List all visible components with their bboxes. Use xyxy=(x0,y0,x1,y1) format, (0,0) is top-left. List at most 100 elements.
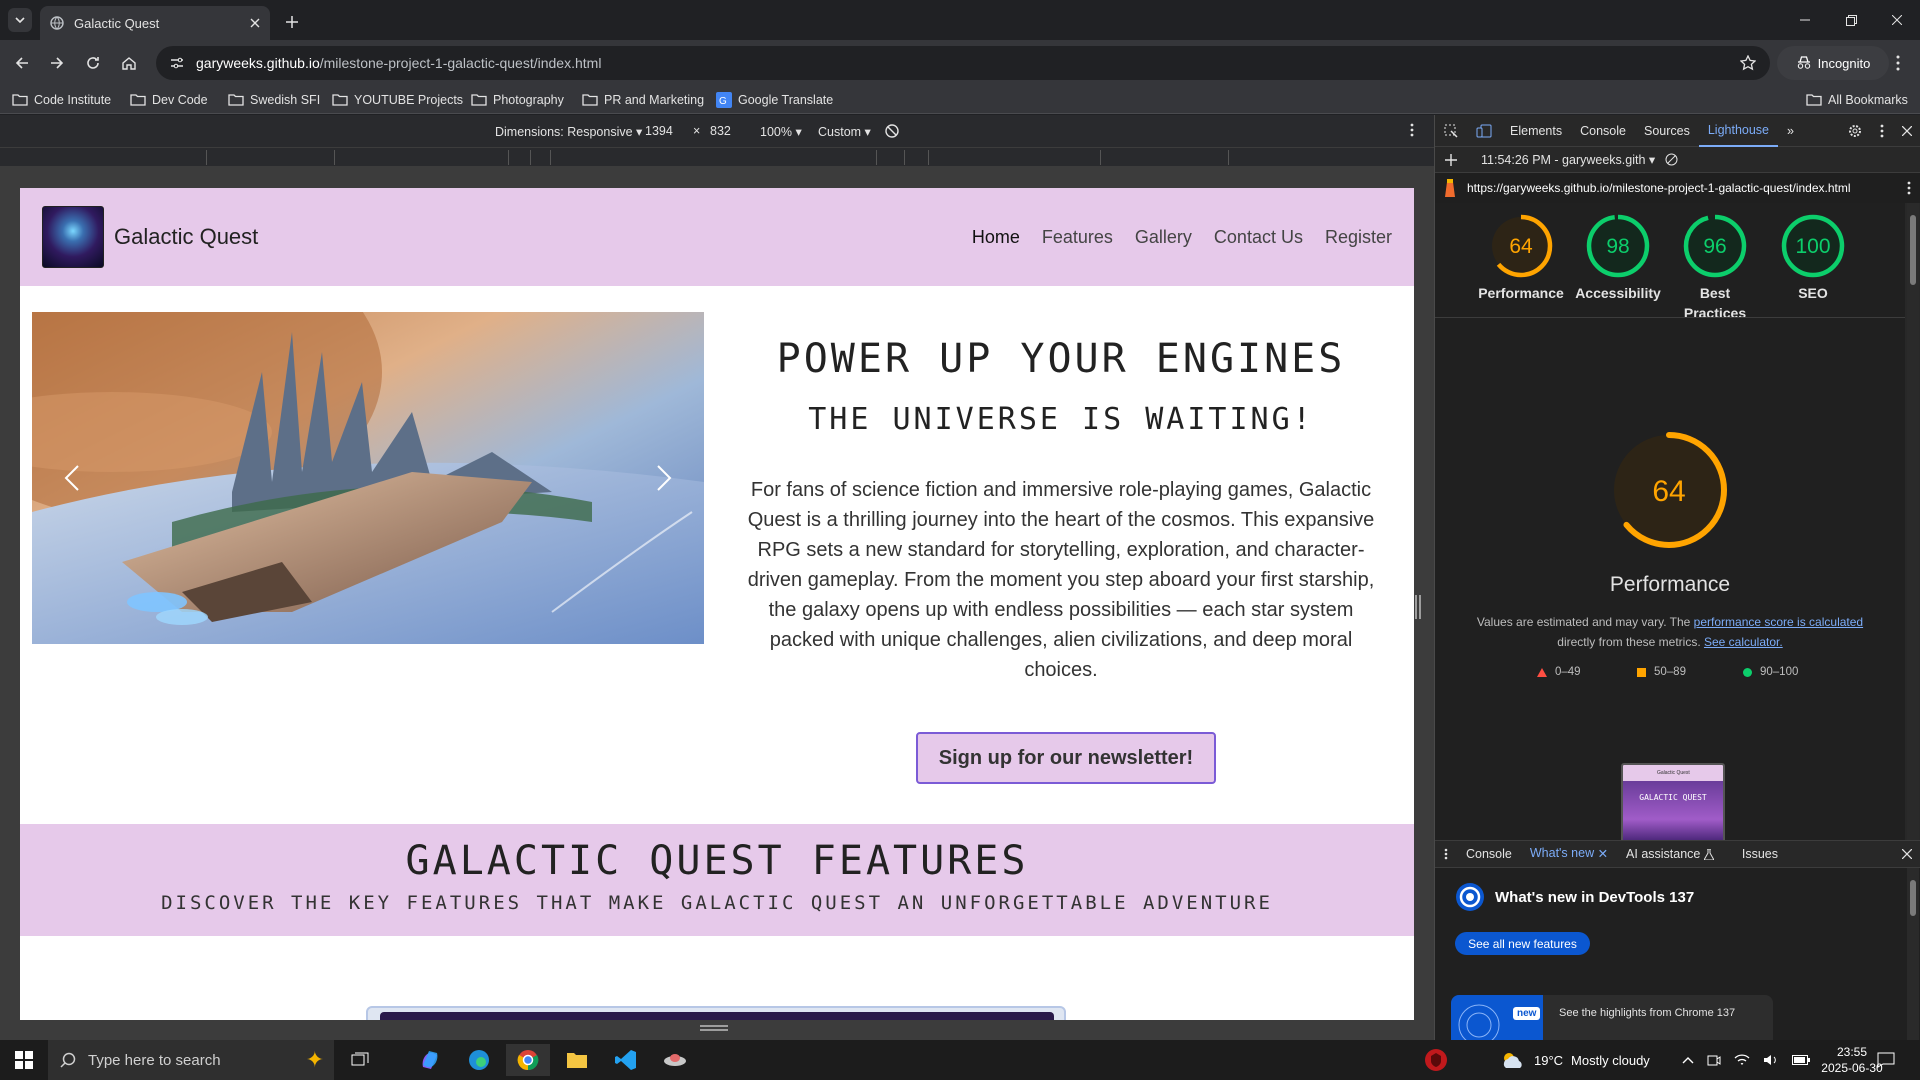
page-screenshot-thumbnail[interactable]: Galactic Quest GALACTIC QUEST xyxy=(1621,763,1725,843)
score-gauge-best-practices[interactable]: 96 Best Practices xyxy=(1667,213,1763,323)
edge-app[interactable] xyxy=(457,1044,501,1076)
site-settings-icon[interactable] xyxy=(170,56,184,70)
drawer-tab-whats-new[interactable]: What's new ✕ xyxy=(1520,838,1618,870)
notification-icon xyxy=(1877,1052,1895,1068)
bookmark-folder[interactable]: YOUTUBE Projects xyxy=(332,86,463,113)
reload-icon xyxy=(87,57,99,69)
close-devtools-icon[interactable] xyxy=(1893,115,1920,147)
chevron-up-icon[interactable] xyxy=(1682,1056,1694,1064)
media-query-ruler[interactable] xyxy=(0,147,1434,166)
report-selector[interactable]: 11:54:26 PM - garyweeks.gith ▾ xyxy=(1481,152,1655,167)
close-window-button[interactable] xyxy=(1874,0,1920,40)
tab-sources[interactable]: Sources xyxy=(1635,115,1699,147)
incognito-indicator[interactable]: Incognito xyxy=(1777,46,1889,80)
bookmark-folder[interactable]: Swedish SFI xyxy=(228,86,320,113)
windows-taskbar: Type here to search ✦ 19°C Mostly cloudy… xyxy=(0,1040,1920,1080)
nav-features[interactable]: Features xyxy=(1042,227,1113,248)
height-input[interactable]: 832 xyxy=(710,124,746,138)
close-tab-icon[interactable] xyxy=(250,18,260,28)
bookmark-folder[interactable]: PR and Marketing xyxy=(582,86,704,113)
task-view-button[interactable] xyxy=(338,1044,382,1076)
vscode-app[interactable] xyxy=(604,1044,648,1076)
drawer-tab-issues[interactable]: Issues xyxy=(1733,838,1787,870)
meet-now-icon[interactable] xyxy=(1707,1053,1721,1067)
report-menu-icon[interactable] xyxy=(1907,181,1911,195)
device-more-icon[interactable] xyxy=(1410,123,1414,137)
notifications-button[interactable] xyxy=(1864,1044,1908,1076)
drawer-tab-ai-assistance[interactable]: AI assistance xyxy=(1617,838,1723,870)
wifi-icon[interactable] xyxy=(1734,1054,1750,1066)
site-logo[interactable] xyxy=(42,206,104,268)
drawer-menu-icon[interactable] xyxy=(1435,838,1457,870)
volume-icon[interactable] xyxy=(1763,1053,1779,1067)
brand-name[interactable]: Galactic Quest xyxy=(114,224,258,250)
viewport-resize-handle[interactable] xyxy=(700,1024,728,1034)
more-tabs-icon[interactable]: » xyxy=(1778,115,1803,147)
nav-home[interactable]: Home xyxy=(972,227,1020,248)
scroll-thumb[interactable] xyxy=(1910,215,1916,285)
highlights-card[interactable]: new See the highlights from Chrome 137 xyxy=(1451,995,1773,1041)
spaceship-app[interactable] xyxy=(653,1044,697,1076)
device-toggle-icon[interactable] xyxy=(1467,115,1501,147)
score-gauge-accessibility[interactable]: 98 Accessibility xyxy=(1570,213,1666,303)
drawer-scroll-thumb[interactable] xyxy=(1910,880,1916,916)
file-explorer-app[interactable] xyxy=(555,1044,599,1076)
width-input[interactable]: 1394 xyxy=(645,124,681,138)
dimensions-select[interactable]: Dimensions: Responsive ▾ xyxy=(495,124,642,139)
taskbar-search[interactable]: Type here to search ✦ xyxy=(48,1040,334,1080)
bookmark-folder[interactable]: Dev Code xyxy=(130,86,208,113)
see-all-features-button[interactable]: See all new features xyxy=(1455,932,1590,955)
bookmark-folder[interactable]: Photography xyxy=(471,86,564,113)
carousel-prev-button[interactable] xyxy=(32,312,112,644)
score-gauge-seo[interactable]: 100 SEO xyxy=(1765,213,1861,303)
all-bookmarks-button[interactable]: All Bookmarks xyxy=(1806,86,1908,113)
orange-square-icon xyxy=(1637,667,1646,677)
bookmark-star-icon[interactable] xyxy=(1740,55,1756,71)
nav-gallery[interactable]: Gallery xyxy=(1135,227,1192,248)
drawer-scrollbar[interactable] xyxy=(1907,868,1919,1040)
tab-lighthouse[interactable]: Lighthouse xyxy=(1698,115,1779,147)
score-gauge-performance[interactable]: 64 Performance xyxy=(1473,213,1569,303)
tab-console[interactable]: Console xyxy=(1571,115,1635,147)
close-drawer-icon[interactable] xyxy=(1893,838,1920,870)
new-report-icon[interactable] xyxy=(1445,153,1457,166)
throttle-select[interactable]: Custom ▾ xyxy=(818,124,871,139)
score-calculated-link[interactable]: performance score is calculated xyxy=(1694,615,1863,629)
home-button[interactable] xyxy=(117,51,141,75)
new-tab-button[interactable] xyxy=(280,10,304,34)
minimize-button[interactable] xyxy=(1782,0,1828,40)
browser-tab[interactable]: Galactic Quest xyxy=(40,6,270,40)
bookmark-link[interactable]: G Google Translate xyxy=(716,86,833,113)
newsletter-signup-button[interactable]: Sign up for our newsletter! xyxy=(916,732,1216,784)
devtools-menu-icon[interactable] xyxy=(1871,115,1893,147)
legend-average-label: 50–89 xyxy=(1654,666,1686,678)
drawer-tab-console[interactable]: Console xyxy=(1457,838,1521,870)
reload-button[interactable] xyxy=(81,51,105,75)
carousel-next-button[interactable] xyxy=(624,312,704,644)
rotate-icon[interactable] xyxy=(884,123,900,139)
inspect-element-icon[interactable] xyxy=(1435,115,1467,147)
tab-elements[interactable]: Elements xyxy=(1501,115,1571,147)
settings-gear-icon[interactable] xyxy=(1839,115,1871,147)
report-url[interactable]: https://garyweeks.github.io/milestone-pr… xyxy=(1467,181,1851,195)
address-bar[interactable]: garyweeks.github.io/milestone-project-1-… xyxy=(156,46,1770,80)
see-calculator-link[interactable]: See calculator. xyxy=(1704,635,1783,649)
zoom-select[interactable]: 100% ▾ xyxy=(760,124,802,139)
weather-widget[interactable]: 19°C Mostly cloudy xyxy=(1500,1040,1650,1080)
forward-button[interactable] xyxy=(45,51,69,75)
restore-button[interactable] xyxy=(1828,0,1874,40)
chrome-app[interactable] xyxy=(506,1044,550,1076)
tab-search-button[interactable] xyxy=(8,8,32,32)
nav-register[interactable]: Register xyxy=(1325,227,1392,248)
viewport-side-resize-handle[interactable] xyxy=(1414,595,1422,619)
security-app[interactable] xyxy=(1414,1044,1458,1076)
back-button[interactable] xyxy=(10,51,34,75)
clear-reports-icon[interactable] xyxy=(1665,153,1678,166)
drawer-tabbar: Console What's new ✕ AI assistance Issue… xyxy=(1435,838,1920,870)
start-button[interactable] xyxy=(2,1044,46,1076)
nav-contact-us[interactable]: Contact Us xyxy=(1214,227,1303,248)
copilot-app[interactable] xyxy=(408,1044,452,1076)
browser-menu-button[interactable] xyxy=(1886,51,1910,75)
battery-icon[interactable] xyxy=(1792,1055,1810,1065)
bookmark-folder[interactable]: Code Institute xyxy=(12,86,111,113)
